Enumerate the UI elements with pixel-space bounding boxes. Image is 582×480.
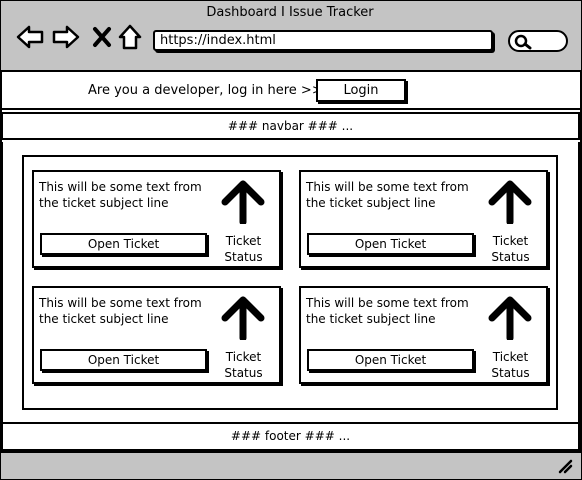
login-button[interactable]: Login bbox=[316, 79, 406, 102]
back-arrow-icon[interactable] bbox=[15, 22, 45, 52]
address-bar[interactable]: https://index.html bbox=[153, 30, 493, 51]
ticket-status-label: Ticket Status bbox=[224, 350, 263, 380]
forward-arrow-icon[interactable] bbox=[51, 22, 81, 52]
arrow-up-icon bbox=[221, 180, 265, 226]
ticket-status-label: Ticket Status bbox=[491, 350, 530, 380]
ticket-subject: This will be some text from the ticket s… bbox=[39, 180, 202, 210]
ticket-subject: This will be some text from the ticket s… bbox=[306, 180, 469, 210]
home-icon[interactable] bbox=[116, 22, 146, 52]
ticket-status-label: Ticket Status bbox=[491, 234, 530, 264]
arrow-up-icon bbox=[488, 180, 532, 226]
login-prompt: Are you a developer, log in here >> bbox=[88, 83, 323, 98]
ticket-card: This will be some text from the ticket s… bbox=[32, 286, 281, 384]
navbar: ### navbar ### ... bbox=[1, 112, 580, 140]
arrow-up-icon bbox=[488, 296, 532, 342]
open-ticket-button[interactable]: Open Ticket bbox=[307, 233, 474, 255]
ticket-card: This will be some text from the ticket s… bbox=[299, 286, 548, 384]
open-ticket-button[interactable]: Open Ticket bbox=[40, 349, 207, 371]
ticket-card: This will be some text from the ticket s… bbox=[32, 170, 281, 268]
ticket-card: This will be some text from the ticket s… bbox=[299, 170, 548, 268]
open-ticket-button[interactable]: Open Ticket bbox=[307, 349, 474, 371]
window-title: Dashboard I Issue Tracker bbox=[206, 5, 374, 20]
open-ticket-button[interactable]: Open Ticket bbox=[40, 233, 207, 255]
close-icon[interactable] bbox=[88, 22, 118, 52]
browser-statusbar bbox=[1, 451, 581, 479]
ticket-status-label: Ticket Status bbox=[224, 234, 263, 264]
footer: ### footer ### ... bbox=[1, 422, 580, 451]
ticket-subject: This will be some text from the ticket s… bbox=[306, 296, 469, 326]
resize-grip-icon[interactable] bbox=[557, 458, 573, 474]
ticket-subject: This will be some text from the ticket s… bbox=[39, 296, 202, 326]
arrow-up-icon bbox=[221, 296, 265, 342]
search-field[interactable] bbox=[508, 30, 568, 52]
